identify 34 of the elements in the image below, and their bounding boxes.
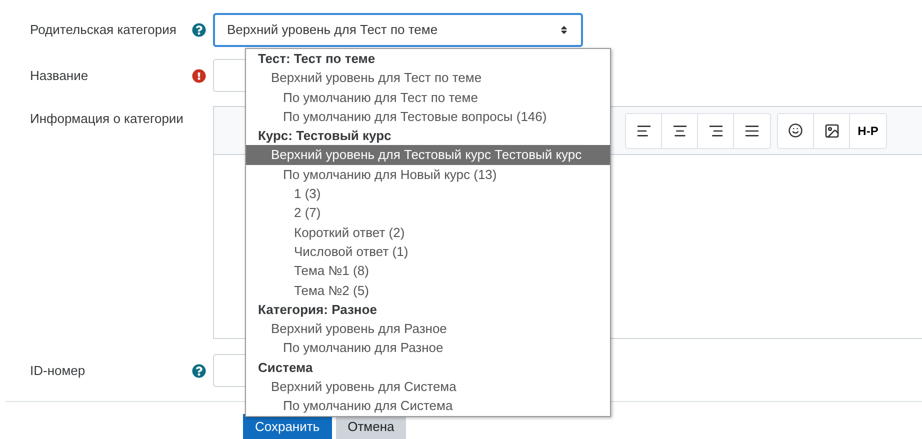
field-label: Название [29, 66, 90, 85]
align-center-icon[interactable] [672, 122, 688, 138]
align-left-icon[interactable] [636, 122, 652, 138]
dropdown-option[interactable]: Тема №2 (5) [246, 280, 610, 300]
option-group-label: Курс: Тестовый курс [257, 127, 392, 146]
field-label: Родительская категория [29, 21, 178, 40]
option-group-label: Категория: Разное [257, 300, 378, 319]
dropdown-option[interactable]: Верхний уровень для Система [246, 377, 610, 396]
emoji-icon[interactable] [788, 123, 803, 138]
dropdown-option[interactable]: Тема №1 (8) [246, 261, 610, 281]
help-icon[interactable] [192, 364, 206, 378]
dropdown-option[interactable]: Верхний уровень для Тест по теме [246, 68, 610, 88]
field-label: Информация о категории [29, 110, 184, 128]
parent-category-select[interactable]: Верхний уровень для Тест по теме [213, 13, 583, 47]
dropdown-option[interactable]: По умолчанию для Тест по теме [246, 88, 610, 107]
option-group-label: Система [257, 358, 314, 377]
image-icon[interactable] [824, 122, 840, 138]
dropdown-option[interactable]: 2 (7) [246, 203, 610, 223]
dropdown-option[interactable]: Верхний уровень для Разное [246, 319, 610, 338]
option-group-label: Тест: Тест по теме [257, 50, 376, 68]
dropdown-option[interactable]: Короткий ответ (2) [246, 222, 610, 242]
dropdown-option[interactable]: По умолчанию для Тестовые вопросы (146) [246, 106, 610, 126]
dropdown-option[interactable]: По умолчанию для Разное [246, 338, 610, 358]
required-icon [192, 68, 206, 82]
dropdown-option[interactable]: 1 (3) [246, 184, 610, 204]
align-right-icon[interactable] [708, 122, 724, 138]
align-justify-icon[interactable] [744, 122, 760, 138]
dropdown-option[interactable]: Верхний уровень для Тестовый курс Тестовый курс [246, 145, 610, 165]
field-label: ID-номер [29, 362, 86, 380]
sort-caret-icon [559, 25, 569, 35]
dropdown-option[interactable]: По умолчанию для Новый курс (13) [246, 164, 610, 184]
help-icon[interactable] [192, 23, 206, 37]
dropdown-option[interactable]: По умолчанию для Система [246, 396, 610, 416]
dropdown-option[interactable]: Числовой ответ (1) [246, 242, 610, 262]
